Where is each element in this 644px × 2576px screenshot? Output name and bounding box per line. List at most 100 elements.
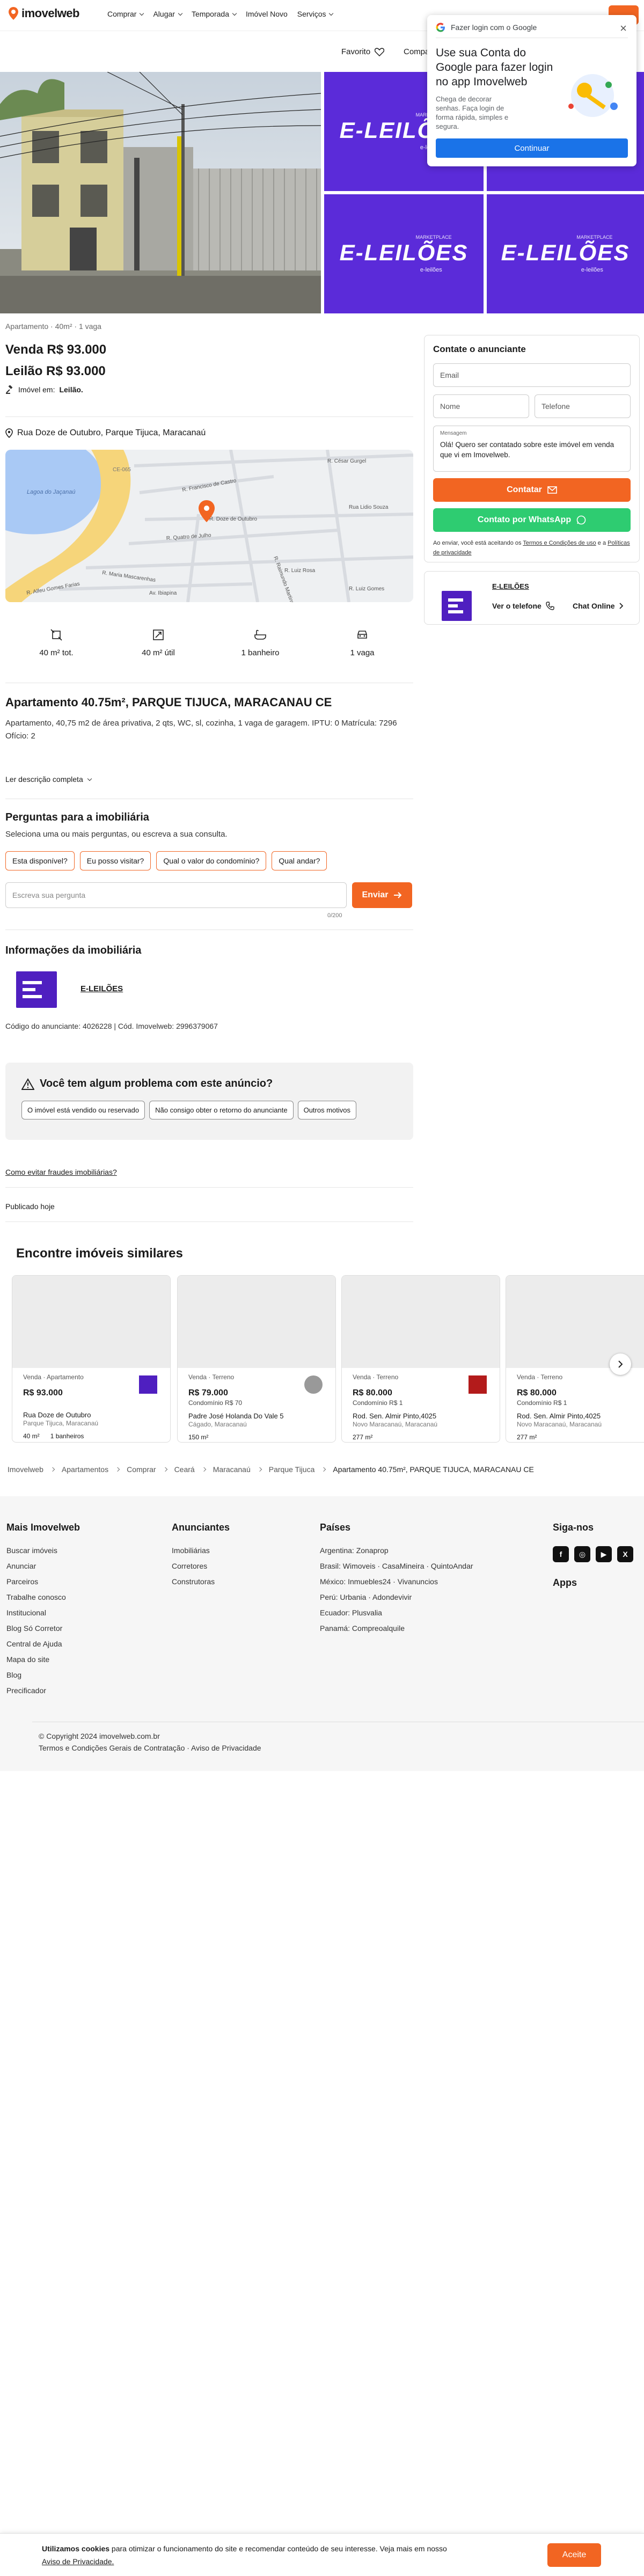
advertiser-logo[interactable] <box>442 591 472 621</box>
breadcrumb-item[interactable]: Parque Tijuca <box>269 1465 315 1474</box>
google-continue-button[interactable]: Continuar <box>436 138 628 158</box>
report-option-no-response[interactable]: Não consigo obter o retorno do anunciant… <box>149 1101 294 1119</box>
footer-link[interactable]: Argentina: Zonaprop <box>320 1546 473 1555</box>
breadcrumb-item[interactable]: Apartamentos <box>62 1465 108 1474</box>
privacy-notice-link[interactable]: Aviso de Privacidade. <box>42 2557 114 2566</box>
footer-link[interactable]: Mapa do site <box>6 1655 80 1664</box>
footer-link[interactable]: Trabalhe conosco <box>6 1593 80 1601</box>
feature-bathroom: 1 banheiro <box>223 628 298 657</box>
report-option-sold[interactable]: O imóvel está vendido ou reservado <box>21 1101 145 1119</box>
similar-card-1[interactable]: Venda · Apartamento R$ 93.000 Rua Doze d… <box>12 1275 171 1443</box>
agency-logo[interactable] <box>16 971 57 1008</box>
footer-link[interactable]: Blog Só Corretor <box>6 1624 80 1633</box>
question-input[interactable]: Escreva sua pergunta <box>5 882 347 908</box>
copyright-text: © Copyright 2024 imovelweb.com.br <box>39 1732 160 1740</box>
footer-link[interactable]: Imobiliárias <box>172 1546 230 1555</box>
footer-heading: Mais Imovelweb <box>6 1522 80 1533</box>
chip-disponivel[interactable]: Esta disponível? <box>5 851 75 870</box>
footer-link[interactable]: Institucional <box>6 1608 80 1617</box>
nav-servicos[interactable]: Serviços <box>297 10 334 18</box>
card-type: Venda · Terreno <box>517 1373 563 1381</box>
footer-link[interactable]: Blog <box>6 1671 80 1679</box>
footer-link[interactable]: Panamá: Compreoalquile <box>320 1624 473 1633</box>
chevron-down-icon <box>178 11 183 16</box>
send-label: Enviar <box>362 890 389 899</box>
youtube-icon[interactable]: ▶ <box>596 1546 612 1562</box>
breadcrumb-item[interactable]: Comprar <box>127 1465 156 1474</box>
nav-comprar[interactable]: Comprar <box>107 10 144 18</box>
similar-card-3[interactable]: Venda · Terreno R$ 80.000 Condomínio R$ … <box>341 1275 500 1443</box>
chip-visitar[interactable]: Eu posso visitar? <box>79 851 151 870</box>
carousel-next-button[interactable] <box>610 1353 631 1375</box>
nav-imovel-novo[interactable]: Imóvel Novo <box>246 10 288 18</box>
parking-icon <box>357 631 367 639</box>
card-image <box>342 1276 500 1368</box>
share-button[interactable]: Compa <box>404 47 429 56</box>
see-phone-button[interactable]: Ver o telefone <box>492 602 554 610</box>
questions-title: Perguntas para a imobiliária <box>5 811 149 823</box>
chip-condominio[interactable]: Qual o valor do condomínio? <box>156 851 267 870</box>
gallery-tile-4[interactable]: MARKETPLACE E-LEILÕES e-leilões <box>487 194 644 313</box>
question-counter: 0/200 <box>327 912 342 919</box>
location-map[interactable]: R. César Gurgel R. Francisco de Castro R… <box>5 450 413 602</box>
card-condo: Condomínio R$ 1 <box>517 1399 567 1407</box>
footer-terms-link[interactable]: Termos e Condições Gerais de Contratação… <box>39 1742 261 1754</box>
close-icon[interactable]: × <box>620 21 627 35</box>
accept-cookies-button[interactable]: Aceite <box>547 2543 601 2567</box>
footer-link[interactable]: Precificador <box>6 1686 80 1695</box>
footer-link[interactable]: Construtoras <box>172 1577 230 1586</box>
advertiser-name-link[interactable]: E-LEILÕES <box>492 582 529 590</box>
terms-link[interactable]: Termos e Condições de uso <box>523 540 596 546</box>
logo-icon <box>9 7 18 20</box>
card-address: Padre José Holanda Do Vale 5 <box>188 1412 284 1420</box>
site-logo[interactable]: imovelweb <box>8 6 79 20</box>
facebook-icon[interactable]: f <box>553 1546 569 1562</box>
social-links: f ◎ ▶ X <box>553 1546 633 1562</box>
card-type: Venda · Terreno <box>188 1373 235 1381</box>
breadcrumb-item[interactable]: Imovelweb <box>8 1465 43 1474</box>
warning-icon <box>21 1078 34 1090</box>
chip-andar[interactable]: Qual andar? <box>272 851 327 870</box>
read-more-link[interactable]: Ler descrição completa <box>5 775 92 784</box>
message-label: Mensagem <box>440 430 467 436</box>
footer-link[interactable]: Parceiros <box>6 1577 80 1586</box>
name-field[interactable]: Nome <box>433 394 529 418</box>
report-option-other[interactable]: Outros motivos <box>297 1101 356 1119</box>
email-field[interactable]: Email <box>433 363 631 387</box>
similar-card-2[interactable]: Venda · Terreno R$ 79.000 Condomínio R$ … <box>177 1275 336 1443</box>
x-twitter-icon[interactable]: X <box>617 1546 633 1562</box>
phone-field[interactable]: Telefone <box>535 394 631 418</box>
footer-link[interactable]: Central de Ajuda <box>6 1640 80 1648</box>
breadcrumb: Imovelweb Apartamentos Comprar Ceará Mar… <box>8 1465 534 1474</box>
chat-online-button[interactable]: Chat Online <box>573 602 624 610</box>
footer-link[interactable]: Anunciar <box>6 1562 80 1570</box>
main-photo[interactable] <box>0 72 321 313</box>
google-prompt-header: Fazer login com o Google <box>436 23 628 38</box>
footer-heading: Anunciantes <box>172 1522 230 1533</box>
question-chips: Esta disponível? Eu posso visitar? Qual o … <box>5 851 332 870</box>
building-photo <box>0 72 321 313</box>
agency-name-link[interactable]: E-LEILÕES <box>80 984 123 993</box>
contact-button[interactable]: Contatar <box>433 478 631 502</box>
instagram-icon[interactable]: ◎ <box>574 1546 590 1562</box>
footer-link[interactable]: México: Inmuebles24 · Vivanuncios <box>320 1577 473 1586</box>
listing-main: Apartamento · 40m² · 1 vaga Venda R$ 93.… <box>5 322 413 394</box>
footer-link[interactable]: Ecuador: Plusvalia <box>320 1608 473 1617</box>
favorite-button[interactable]: Favorito <box>341 47 385 56</box>
send-question-button[interactable]: Enviar <box>352 882 412 908</box>
nav-alugar[interactable]: Alugar <box>153 10 183 18</box>
footer-link[interactable]: Perú: Urbania · Adondevivir <box>320 1593 473 1601</box>
logo-text: imovelweb <box>21 6 79 20</box>
footer-link[interactable]: Brasil: Wimoveis · CasaMineira · QuintoA… <box>320 1562 473 1570</box>
nav-temporada[interactable]: Temporada <box>192 10 237 18</box>
message-field[interactable]: Mensagem Olá! Quero ser contatado sobre … <box>433 426 631 472</box>
gallery-tile-3[interactable]: MARKETPLACE E-LEILÕES e-leilões <box>324 194 484 313</box>
breadcrumb-item[interactable]: Maracanaú <box>213 1465 251 1474</box>
site-footer: Mais Imovelweb Buscar imóveis Anunciar P… <box>0 1496 644 1771</box>
area-util-icon <box>153 630 164 640</box>
breadcrumb-item[interactable]: Ceará <box>174 1465 195 1474</box>
footer-link[interactable]: Buscar imóveis <box>6 1546 80 1555</box>
fraud-help-link[interactable]: Como evitar fraudes imobiliárias? <box>5 1168 117 1176</box>
whatsapp-button[interactable]: Contato por WhatsApp <box>433 508 631 532</box>
footer-link[interactable]: Corretores <box>172 1562 230 1570</box>
